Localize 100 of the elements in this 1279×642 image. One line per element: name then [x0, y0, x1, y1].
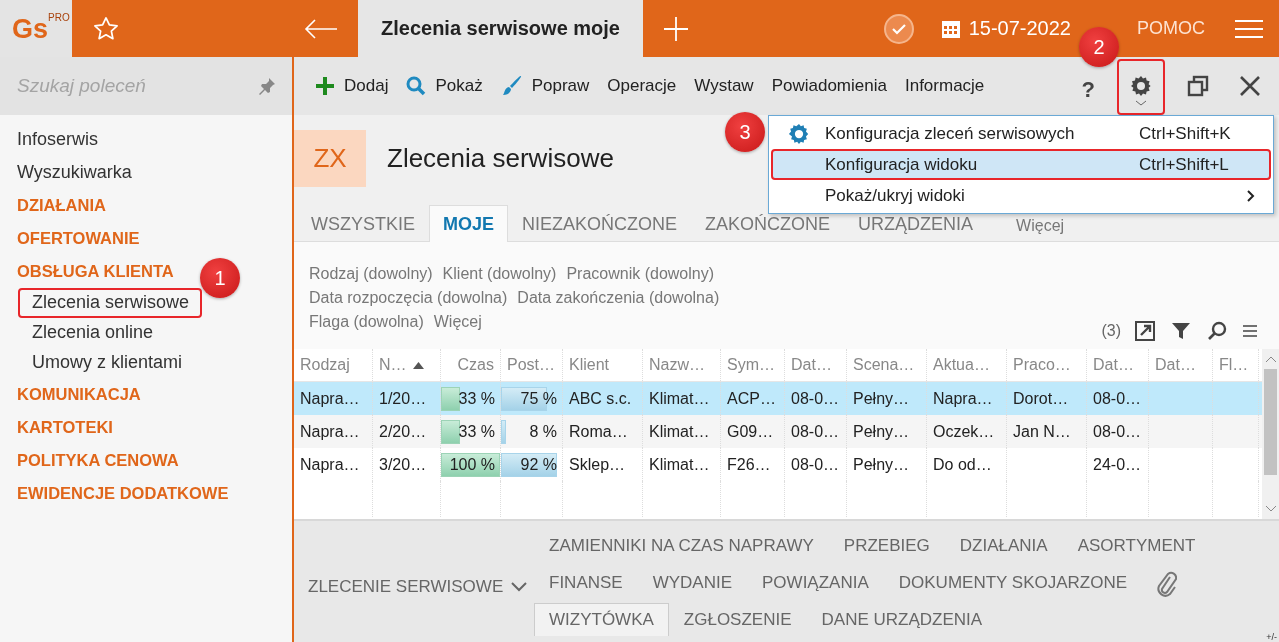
toolbar-button[interactable]: Pokaż [397, 66, 492, 106]
expand-icon[interactable] [1135, 321, 1155, 341]
help-button[interactable]: ? [1075, 76, 1101, 104]
filter-link[interactable]: Data zakończenia (dowolna) [517, 286, 720, 310]
check-circle-icon[interactable] [882, 12, 915, 45]
step-badge: 1 [200, 258, 240, 298]
nav-item[interactable]: Wyszukiwarka [0, 156, 149, 189]
view-tab[interactable]: WSZYSTKIE [297, 205, 429, 241]
view-tab[interactable]: NIEZAKOŃCZONE [508, 205, 692, 241]
detail-tab[interactable]: ZAMIENNIKI NA CZAS NAPRAWY [534, 529, 829, 562]
nav-item[interactable]: KOMUNIKACJA [0, 378, 158, 411]
nav-subitem[interactable]: Umowy z klientami [18, 348, 196, 378]
module-badge: ZX [294, 129, 366, 187]
toolbar-button[interactable]: Operacje [598, 66, 686, 106]
column-header[interactable]: Praco… [1007, 349, 1087, 381]
column-header[interactable]: Czas [441, 349, 501, 381]
toolbar-button[interactable]: Powiadomienia [762, 66, 896, 106]
column-header[interactable]: Klient [563, 349, 643, 381]
table-cell-text: 33 % [458, 422, 496, 441]
table-row[interactable]: Napra… 3/20… 100 % 92 % Sklep… Klimat… F26… 08-0… Pełny… Do od… 24-0… [294, 448, 1262, 481]
toolbar-button[interactable]: Wystaw [685, 66, 763, 106]
table-cell: 24-0… [1093, 455, 1142, 474]
filter-link[interactable]: Klient (dowolny) [442, 262, 557, 286]
detail-tab[interactable]: WYDANIE [637, 566, 748, 599]
nav-subitem[interactable]: Zlecenia online [18, 318, 167, 348]
search-icon [406, 76, 427, 96]
table-row[interactable]: Napra… 1/20… 33 % 75 % ABC s.c. Klimat… ACP… 08-0… Pełny… Napra… Dorot… 08-0… [294, 382, 1262, 415]
filter-icon[interactable] [1171, 321, 1191, 341]
table-cell-text: 92 % [520, 455, 558, 474]
table-cell: 08-0… [791, 389, 840, 408]
column-header[interactable]: Aktua… [927, 349, 1007, 381]
search-icon[interactable] [1207, 321, 1227, 341]
column-header[interactable]: Sym… [721, 349, 785, 381]
command-search-field[interactable]: Szukaj poleceń [0, 57, 292, 115]
menu-item[interactable]: Konfiguracja widoku Ctrl+Shift+L [771, 149, 1271, 180]
detail-tab[interactable]: DZIAŁANIA [944, 529, 1063, 562]
pin-icon[interactable] [258, 77, 276, 95]
column-header[interactable]: Scena… [847, 349, 927, 381]
table-row[interactable]: Napra… 2/20… 33 % 8 % Roma… Klimat… G09… 08-0… Pełny… Oczek… Jan N… 08-0… [294, 415, 1262, 448]
help-link[interactable]: POMOC [1137, 18, 1205, 39]
column-header[interactable]: Rodzaj [294, 349, 373, 381]
restore-window-icon[interactable] [1187, 75, 1209, 97]
nav-item[interactable]: DZIAŁANIA [0, 189, 123, 222]
menu-icon[interactable] [1235, 18, 1263, 39]
column-header[interactable]: Post… [501, 349, 563, 381]
filter-link[interactable]: Pracownik (dowolny) [566, 262, 715, 286]
detail-tab[interactable]: DANE URZĄDZENIA [806, 603, 998, 636]
detail-tab[interactable]: PRZEBIEG [828, 529, 945, 562]
plus-icon [315, 76, 335, 96]
column-header[interactable]: Dat… [1149, 349, 1213, 381]
resize-toggle[interactable]: +/- [1266, 632, 1277, 642]
table-cell-text: 75 % [520, 389, 558, 408]
toolbar-button[interactable]: Informacje [895, 66, 994, 106]
detail-tab[interactable]: ZGŁOSZENIE [668, 603, 807, 636]
scroll-down-icon[interactable] [1264, 505, 1277, 513]
table-cell: 3/20… [379, 455, 427, 474]
scroll-up-icon[interactable] [1264, 355, 1277, 363]
nav-item[interactable]: Infoserwis [0, 123, 116, 156]
filter-link[interactable]: Flaga (dowolna) [309, 310, 424, 334]
date-label[interactable]: 15-07-2022 [968, 17, 1071, 40]
document-tab[interactable]: Zlecenia serwisowe moje [358, 0, 643, 57]
table-cell-text: 33 % [458, 389, 496, 408]
plus-icon[interactable] [663, 15, 689, 42]
section-dropdown[interactable]: ZLECENIE SERWISOWE [294, 572, 534, 597]
view-tab[interactable]: MOJE [429, 205, 509, 242]
nav-subitem[interactable]: Zlecenia serwisowe [18, 288, 203, 318]
nav-item[interactable]: KARTOTEKI [0, 411, 130, 444]
table-cell: ABC s.c. [569, 389, 632, 408]
back-arrow-icon[interactable] [304, 17, 338, 40]
column-header[interactable]: N… [373, 349, 441, 381]
detail-tab[interactable]: WIZYTÓWKA [534, 603, 669, 636]
filter-link[interactable]: Więcej [433, 310, 482, 334]
detail-tab[interactable]: POWIĄZANIA [747, 566, 884, 599]
nav-item[interactable]: POLITYKA CENOWA [0, 444, 196, 477]
column-header[interactable]: Dat… [785, 349, 847, 381]
caret-icon [1135, 100, 1147, 106]
nav-item[interactable]: OBSŁUGA KLIENTA [0, 255, 191, 288]
toolbar-button[interactable]: Popraw [491, 66, 599, 106]
filter-link[interactable]: Data rozpoczęcia (dowolna) [309, 286, 508, 310]
nav-item[interactable]: EWIDENCJE DODATKOWE [0, 477, 246, 510]
close-icon[interactable] [1239, 75, 1261, 97]
detail-tab[interactable]: FINANSE [534, 566, 638, 599]
column-header[interactable]: Dat… [1087, 349, 1149, 381]
table-cell: Napra… [300, 389, 360, 408]
paperclip-icon [1155, 569, 1178, 597]
column-header[interactable]: Nazw… [643, 349, 721, 381]
table-cell: Roma… [569, 422, 628, 441]
filter-link[interactable]: Rodzaj (dowolny) [309, 262, 433, 286]
menu-item[interactable]: Konfiguracja zleceń serwisowych Ctrl+Shift+K [771, 118, 1271, 149]
column-header[interactable]: Fl… [1213, 349, 1259, 381]
detail-tab[interactable]: DOKUMENTY SKOJARZONE [883, 566, 1143, 599]
table-cell: Napra… [300, 422, 360, 441]
toolbar-button[interactable]: Dodaj [306, 66, 398, 106]
nav-item[interactable]: OFERTOWANIE [0, 222, 157, 255]
list-menu-icon[interactable] [1243, 325, 1257, 337]
detail-tab[interactable]: ASORTYMENT [1062, 529, 1211, 562]
table-cell: Pełny… [853, 389, 910, 408]
menu-item[interactable]: Pokaż/ukryj widoki [771, 180, 1271, 211]
table-cell: Jan N… [1013, 422, 1071, 441]
scrollbar[interactable] [1262, 349, 1279, 519]
